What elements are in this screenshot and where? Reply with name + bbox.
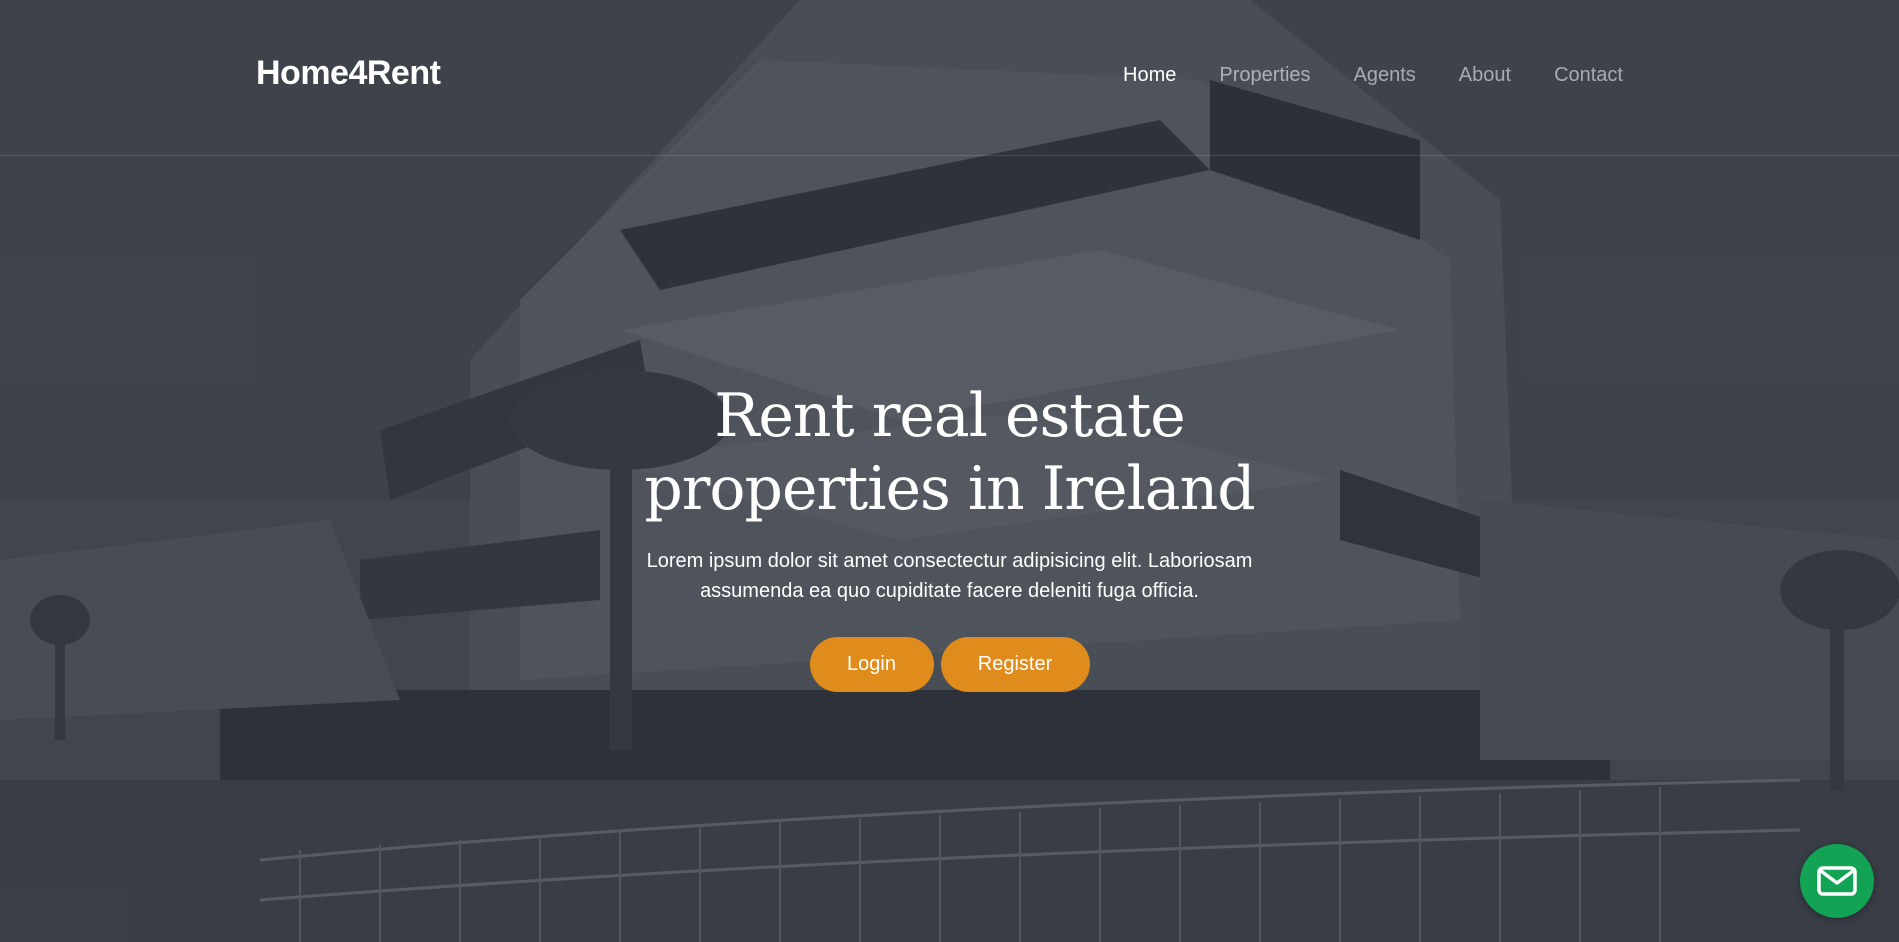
brand-logo[interactable]: Home4Rent xyxy=(256,54,441,93)
hero-subtitle: Lorem ipsum dolor sit amet consectectur … xyxy=(646,550,1253,602)
register-button[interactable]: Register xyxy=(940,637,1090,692)
nav-item-agents[interactable]: Agents xyxy=(1354,64,1416,87)
top-navbar: Home4Rent Home Properties Agents About C… xyxy=(0,0,1899,156)
contact-fab-button[interactable] xyxy=(1800,844,1874,918)
nav-item-properties[interactable]: Properties xyxy=(1219,64,1310,87)
hero-title-line1: Rent real estate xyxy=(714,381,1186,451)
nav-item-contact[interactable]: Contact xyxy=(1554,64,1623,87)
mail-icon xyxy=(1817,866,1857,896)
hero-title-line2: properties in Ireland xyxy=(644,454,1255,524)
main-nav: Home Properties Agents About Contact xyxy=(1123,64,1623,87)
nav-item-home[interactable]: Home xyxy=(1123,64,1176,87)
hero-content: Rent real estate properties in Ireland L… xyxy=(0,380,1899,692)
hero-title: Rent real estate properties in Ireland xyxy=(0,380,1899,526)
login-button[interactable]: Login xyxy=(809,637,934,692)
hero-buttons: Login Register xyxy=(0,637,1899,692)
nav-item-about[interactable]: About xyxy=(1459,64,1511,87)
